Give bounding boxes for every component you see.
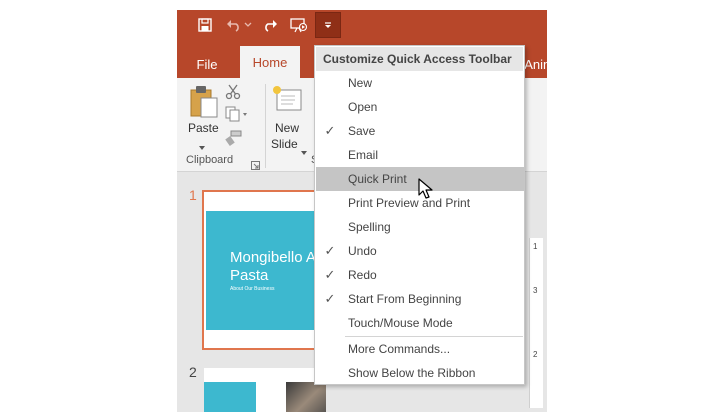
- ruler-mark: 2: [533, 350, 538, 359]
- paste-button[interactable]: Paste: [188, 121, 219, 135]
- checkmark-icon: ✓: [324, 267, 336, 282]
- undo-dropdown-icon[interactable]: [243, 14, 253, 36]
- checkmark-icon: ✓: [324, 243, 336, 258]
- menu-item-email[interactable]: Email: [316, 143, 524, 167]
- slide-2-teal-block: [204, 382, 256, 412]
- menu-item-more-commands[interactable]: More Commands...: [316, 337, 524, 361]
- checkmark-icon: [323, 167, 337, 191]
- checkmark-icon: ✓: [324, 291, 336, 306]
- slide-2-photo: [286, 382, 326, 412]
- menu-item-open[interactable]: Open: [316, 95, 524, 119]
- menu-item-label: Email: [348, 148, 379, 162]
- slide-number-2: 2: [189, 364, 197, 380]
- menu-item-label: New: [348, 76, 373, 90]
- new-slide-icon[interactable]: [271, 84, 303, 116]
- format-painter-icon[interactable]: [225, 130, 243, 146]
- redo-icon[interactable]: [259, 14, 281, 36]
- menu-item-label: Touch/Mouse Mode: [348, 316, 453, 330]
- menu-item-label: Spelling: [348, 220, 391, 234]
- checkmark-icon: [323, 71, 337, 95]
- ruler-mark: 3: [533, 286, 538, 295]
- copy-icon[interactable]: [225, 106, 249, 122]
- menu-item-touch-mouse-mode[interactable]: Touch/Mouse Mode: [316, 311, 524, 335]
- paste-dropdown-icon[interactable]: [198, 138, 206, 150]
- menu-item-label: Open: [348, 100, 378, 114]
- clipboard-launcher-icon[interactable]: [251, 157, 260, 170]
- tab-home[interactable]: Home: [240, 46, 300, 78]
- slide-thumbnail-2[interactable]: [204, 368, 326, 412]
- menu-item-label: Print Preview and Print: [348, 196, 471, 210]
- menu-item-label: Start From Beginning: [348, 292, 462, 306]
- checkmark-icon: [323, 311, 337, 335]
- menu-item-redo[interactable]: ✓ Redo: [316, 263, 524, 287]
- slide-1-subtitle: About Our Business: [230, 286, 275, 292]
- save-icon[interactable]: [194, 14, 216, 36]
- customize-qat-dropdown-icon[interactable]: [315, 12, 341, 38]
- menu-item-label: Undo: [348, 244, 377, 258]
- menu-header: Customize Quick Access Toolbar: [316, 47, 523, 71]
- menu-item-label: Quick Print: [348, 172, 407, 186]
- checkmark-icon: [323, 191, 337, 215]
- start-from-beginning-icon[interactable]: [288, 14, 310, 36]
- menu-item-label: Redo: [348, 268, 377, 282]
- menu-item-save[interactable]: ✓ Save: [316, 119, 524, 143]
- customize-qat-menu: Customize Quick Access Toolbar New Open …: [314, 45, 525, 385]
- tab-file[interactable]: File: [189, 50, 225, 78]
- menu-item-undo[interactable]: ✓ Undo: [316, 239, 524, 263]
- slide-number-1: 1: [189, 187, 197, 203]
- new-slide-dropdown-icon[interactable]: [300, 143, 308, 155]
- menu-item-label: Save: [348, 124, 376, 138]
- checkmark-icon: [323, 95, 337, 119]
- checkmark-icon: [323, 143, 337, 167]
- stage: File Home Anim Paste Clipboard: [0, 0, 722, 412]
- menu-item-label: Show Below the Ribbon: [348, 366, 476, 380]
- new-slide-label-2[interactable]: Slide: [271, 137, 298, 151]
- clipboard-group-label: Clipboard: [186, 154, 234, 166]
- menu-item-label: More Commands...: [348, 342, 451, 356]
- menu-item-show-below-ribbon[interactable]: Show Below the Ribbon: [316, 361, 524, 385]
- checkmark-icon: [323, 215, 337, 239]
- checkmark-icon: ✓: [324, 123, 336, 138]
- menu-item-start-from-beginning[interactable]: ✓ Start From Beginning: [316, 287, 524, 311]
- slide-thumbnail-1[interactable]: Mongibello A Pasta About Our Business: [202, 190, 322, 350]
- menu-item-spelling[interactable]: Spelling: [316, 215, 524, 239]
- vertical-ruler: 1 3 2: [529, 238, 543, 408]
- group-separator: [265, 84, 266, 168]
- paste-icon[interactable]: [189, 84, 219, 118]
- menu-item-new[interactable]: New: [316, 71, 524, 95]
- undo-icon[interactable]: [223, 14, 245, 36]
- slide-title-background: Mongibello A Pasta About Our Business: [206, 211, 318, 330]
- new-slide-label-1[interactable]: New: [275, 121, 299, 135]
- cut-icon[interactable]: [225, 84, 241, 100]
- title-bar: [177, 10, 547, 40]
- ruler-mark: 1: [533, 242, 538, 251]
- mouse-pointer-icon: [418, 178, 434, 200]
